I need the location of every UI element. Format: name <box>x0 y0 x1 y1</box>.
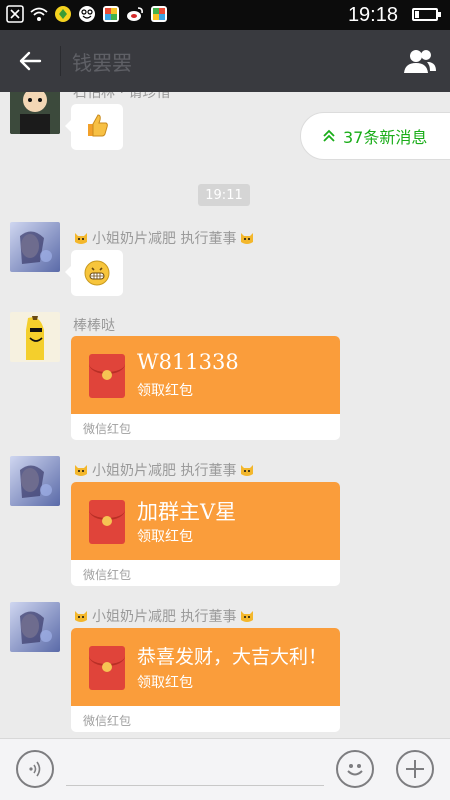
chat-area[interactable]: 石怕林 · 请珍惜 37条新消息 19:11 小姐奶片减肥 执行董事 棒棒哒 W… <box>0 92 450 738</box>
weibo-icon <box>127 7 143 21</box>
red-packet-action: 领取红包 <box>137 675 193 691</box>
red-packet-footer: 微信红包 <box>71 706 340 732</box>
header-divider <box>60 46 61 76</box>
new-messages-button[interactable]: 37条新消息 <box>300 112 450 160</box>
avatar[interactable] <box>10 602 60 652</box>
red-packet-action: 领取红包 <box>137 529 193 545</box>
plus-icon <box>406 760 424 778</box>
avatar[interactable] <box>10 92 60 134</box>
battery-fill <box>415 11 419 18</box>
sender-name: 石怕林 · 请珍惜 <box>73 92 171 101</box>
red-packet[interactable]: W811338 领取红包 微信红包 <box>71 336 340 440</box>
photo-app-icon-2 <box>151 6 167 22</box>
red-packet-body: W811338 领取红包 <box>71 336 340 414</box>
voice-button[interactable] <box>16 750 54 788</box>
new-messages-label: 37条新消息 <box>343 128 428 147</box>
red-packet-action: 领取红包 <box>137 383 193 399</box>
sender-name: 小姐奶片减肥 执行董事 <box>73 460 255 480</box>
battery-icon <box>412 8 441 21</box>
notification-x-icon <box>6 5 24 23</box>
red-envelope-icon <box>89 646 125 690</box>
chat-title: 钱罢罢 <box>72 51 132 75</box>
red-packet-title: 加群主V星 <box>137 500 237 524</box>
avatar[interactable] <box>10 456 60 506</box>
red-packet[interactable]: 加群主V星 领取红包 微信红包 <box>71 482 340 586</box>
red-packet-footer: 微信红包 <box>71 560 340 586</box>
status-time: 19:18 <box>347 4 398 26</box>
input-bar <box>0 738 450 800</box>
red-packet-title: W811338 <box>137 350 239 374</box>
message-bubble[interactable] <box>65 250 123 296</box>
cat-emoji <box>241 233 254 244</box>
app-icon-green <box>55 6 71 22</box>
red-packet-body: 加群主V星 领取红包 <box>71 482 340 560</box>
cat-emoji <box>75 465 87 476</box>
message-bubble[interactable] <box>65 104 123 150</box>
cat-emoji <box>75 611 87 622</box>
arrow-left-icon <box>19 51 42 71</box>
status-bar: 19:18 <box>0 0 450 30</box>
red-packet[interactable]: 恭喜发财，大吉大利！ 领取红包 微信红包 <box>71 628 340 732</box>
sender-name: 小姐奶片减肥 执行董事 <box>73 606 255 626</box>
people-icon <box>404 50 436 73</box>
red-envelope-icon <box>89 500 125 544</box>
cat-emoji <box>241 611 254 622</box>
back-button[interactable] <box>10 42 50 80</box>
photo-app-icon <box>103 6 119 22</box>
emoji-app-icon <box>79 6 95 22</box>
voice-icon <box>29 761 41 777</box>
double-chevron-up-icon <box>323 129 335 142</box>
wifi-icon <box>30 7 48 21</box>
chat-header: 钱罢罢 <box>0 30 450 92</box>
group-members-button[interactable] <box>400 42 440 80</box>
status-icons <box>6 5 168 23</box>
sender-name: 小姐奶片减肥 执行董事 <box>73 228 255 248</box>
red-packet-title: 恭喜发财，大吉大利！ <box>137 646 328 668</box>
thumbs-up-emoji <box>84 112 110 143</box>
emoji-icon <box>347 764 363 776</box>
more-button[interactable] <box>396 750 434 788</box>
sender-name: 棒棒哒 <box>73 318 115 334</box>
grin-emoji <box>84 260 110 286</box>
cat-emoji <box>75 233 87 244</box>
message-input[interactable] <box>66 785 324 786</box>
red-packet-footer: 微信红包 <box>71 414 340 440</box>
red-packet-body: 恭喜发财，大吉大利！ 领取红包 <box>71 628 340 706</box>
avatar[interactable] <box>10 222 60 272</box>
red-envelope-icon <box>89 354 125 398</box>
cat-emoji <box>241 465 254 476</box>
timestamp: 19:11 <box>198 184 250 206</box>
avatar[interactable] <box>10 312 60 362</box>
emoji-button[interactable] <box>336 750 374 788</box>
